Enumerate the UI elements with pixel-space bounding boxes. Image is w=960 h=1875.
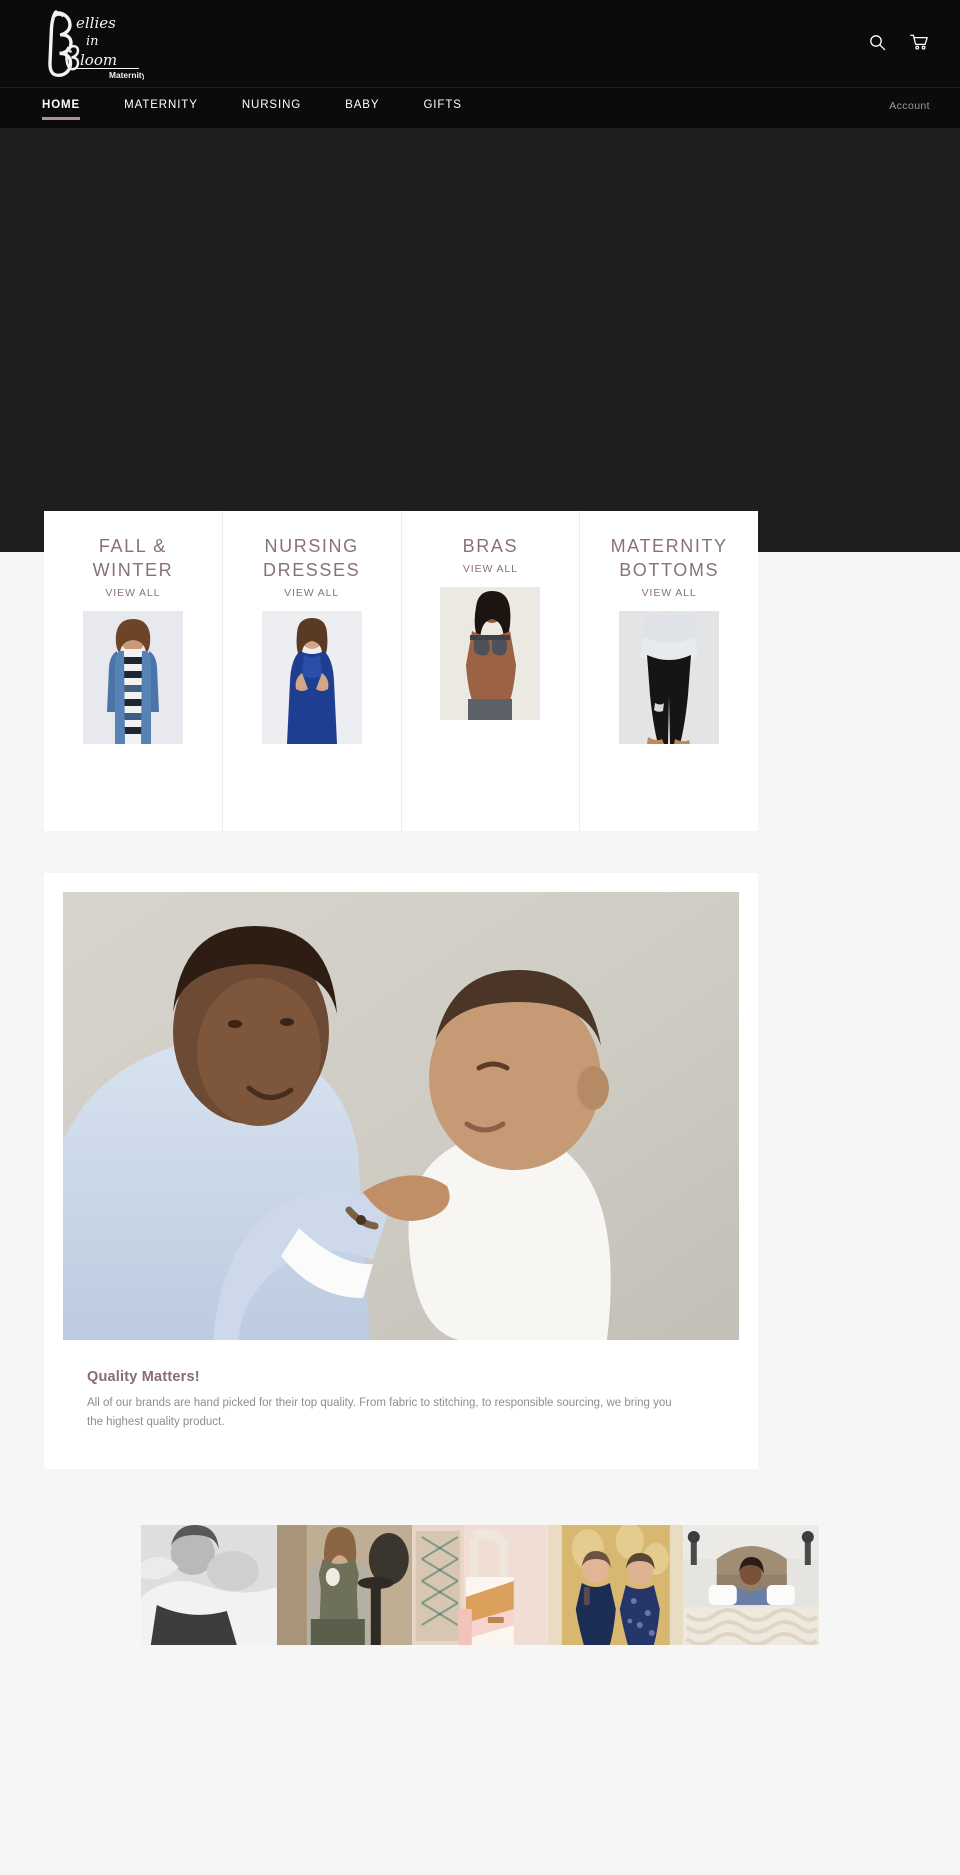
collection-title: BRAS [462, 536, 519, 556]
feature-image [63, 892, 739, 1340]
collection-card-fall-winter[interactable]: FALL & WINTER VIEW ALL [44, 511, 223, 831]
site-logo[interactable]: ellies in loom Maternity [40, 4, 144, 82]
collection-card-nursing-dresses[interactable]: NURSING DRESSES VIEW ALL [223, 511, 402, 831]
gallery-tile-1[interactable] [141, 1525, 277, 1646]
collection-title: MATERNITY BOTTOMS [610, 536, 728, 580]
gallery-tile-2[interactable] [276, 1525, 413, 1646]
collection-view-all[interactable]: VIEW ALL [235, 587, 389, 599]
nav-link-gifts[interactable]: GIFTS [423, 99, 461, 120]
collection-card-bras[interactable]: BRAS VIEW ALL [402, 511, 581, 831]
collection-view-all[interactable]: VIEW ALL [414, 563, 568, 575]
svg-text:in: in [86, 34, 99, 49]
header-icon-group [866, 31, 930, 53]
main-navigation: HOME MATERNITY NURSING BABY GIFTS Accoun… [0, 88, 960, 128]
collection-thumb-fall-winter [82, 610, 183, 744]
nav-item-gifts[interactable]: GIFTS [423, 88, 461, 120]
instagram-gallery-section [0, 1469, 960, 1646]
nav-item-nursing[interactable]: NURSING [242, 88, 301, 120]
nav-item-maternity[interactable]: MATERNITY [124, 88, 198, 120]
site-header: ellies in loom Maternity [0, 0, 960, 88]
logo-mark: ellies in loom Maternity [48, 10, 144, 80]
gallery-tile-3[interactable] [412, 1525, 548, 1646]
nav-link-baby[interactable]: BABY [345, 99, 379, 120]
collection-thumb-maternity-bottoms [619, 610, 720, 744]
nav-link-nursing[interactable]: NURSING [242, 99, 301, 120]
cart-icon[interactable] [908, 31, 930, 53]
svg-text:ellies: ellies [76, 14, 116, 32]
feature-paragraph: All of our brands are hand picked for th… [87, 1397, 672, 1428]
account-link[interactable]: Account [889, 88, 930, 112]
svg-text:Maternity: Maternity [109, 70, 144, 80]
nav-link-maternity[interactable]: MATERNITY [124, 99, 198, 120]
collection-title: NURSING DRESSES [263, 536, 361, 580]
collection-title: FALL & WINTER [92, 536, 174, 580]
collection-view-all[interactable]: VIEW ALL [56, 587, 210, 599]
gallery-tile-4[interactable] [547, 1525, 684, 1646]
collection-thumb-nursing-dresses [261, 610, 362, 744]
nav-item-baby[interactable]: BABY [345, 88, 379, 120]
gallery-strip [141, 1525, 819, 1646]
feature-section: Quality Matters! All of our brands are h… [44, 873, 758, 1470]
feature-heading: Quality Matters! [87, 1369, 200, 1385]
collection-thumb-bras [440, 586, 541, 720]
search-icon[interactable] [866, 31, 888, 53]
nav-list: HOME MATERNITY NURSING BABY GIFTS [42, 88, 462, 120]
collection-card-maternity-bottoms[interactable]: MATERNITY BOTTOMS VIEW ALL [580, 511, 758, 831]
collections-section: FALL & WINTER VIEW ALL NURSING DRESSES V… [0, 511, 960, 873]
nav-link-home[interactable]: HOME [42, 99, 80, 120]
collection-view-all[interactable]: VIEW ALL [592, 587, 746, 599]
svg-text:loom: loom [80, 51, 117, 69]
page-root: ellies in loom Maternity HOME MATERNITY … [0, 0, 960, 1646]
collection-grid: FALL & WINTER VIEW ALL NURSING DRESSES V… [44, 511, 758, 831]
gallery-tile-5[interactable] [683, 1525, 819, 1646]
hero-banner [0, 128, 960, 511]
nav-item-home[interactable]: HOME [42, 88, 81, 120]
